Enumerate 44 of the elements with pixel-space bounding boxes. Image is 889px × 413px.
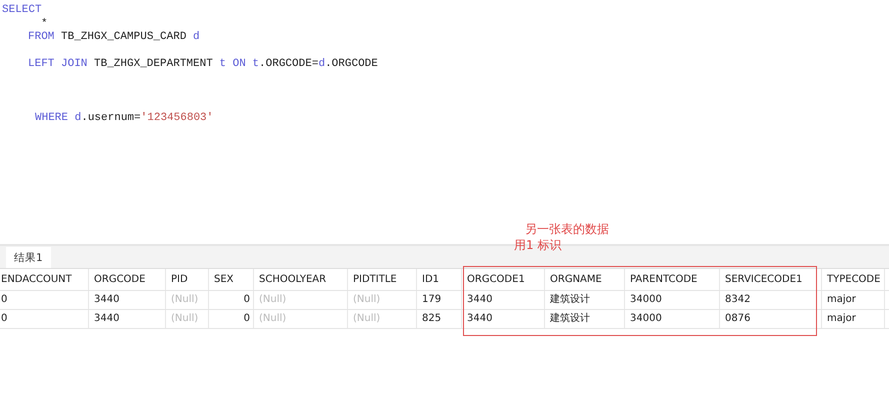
column-header[interactable]: ORGNAME [545,269,625,290]
table-cell: (Null) [348,310,417,328]
code-line: * [41,18,48,31]
table-cell: 0 [209,291,254,309]
table-cell: 建筑设计 [545,310,625,328]
table-cell: 0876 [720,310,822,328]
table-cell: (Null) [166,310,209,328]
table-cell: major [822,310,885,328]
table-cell: 825 [417,310,462,328]
column-header[interactable]: PID [166,269,209,290]
table-cell: 3440 [462,310,545,328]
result-tab[interactable]: 结果1 [6,247,51,268]
table-cell: 0 [209,310,254,328]
table-cell: (Null) [348,291,417,309]
table-cell: (Null) [166,291,209,309]
code-line: SELECT [2,4,42,18]
table-cell: 0 [0,310,89,328]
table-cell: 0 [0,291,89,309]
table-cell: (Null) [254,310,348,328]
column-header[interactable]: SEX [209,269,254,290]
table-cell: major [822,291,885,309]
table-cell: 3440 [89,291,166,309]
code-line: WHERE d.usernum='123456803' [35,112,214,126]
column-header[interactable]: SCHOOLYEAR [254,269,348,290]
table-cell: 3440 [89,310,166,328]
table-cell: 34000 [625,291,720,309]
column-header[interactable]: PIDTITLE [348,269,417,290]
table-cell: 3440 [462,291,545,309]
annotation-text: 另一张表的数据 [525,221,609,237]
column-header[interactable]: ORGCODE [89,269,166,290]
code-line: LEFT JOIN TB_ZHGX_DEPARTMENT t ON t.ORGCODE=d.ORGCODE [28,58,378,72]
annotation-text: 用1 标识 [514,237,562,253]
column-header[interactable]: ENDACCOUNT [0,269,89,290]
column-header[interactable]: ID1 [417,269,462,290]
table-cell: 179 [417,291,462,309]
table-cell: (Null) [254,291,348,309]
table-cell: 建筑设计 [545,291,625,309]
column-header[interactable]: ORGCODE1 [462,269,545,290]
table-cell: 34000 [625,310,720,328]
code-line: FROM TB_ZHGX_CAMPUS_CARD d [28,31,200,44]
column-header[interactable]: TYPECODE [822,269,885,290]
column-header[interactable]: SERVICECODE1 [720,269,822,290]
column-header[interactable]: PARENTCODE [625,269,720,290]
table-cell: 8342 [720,291,822,309]
